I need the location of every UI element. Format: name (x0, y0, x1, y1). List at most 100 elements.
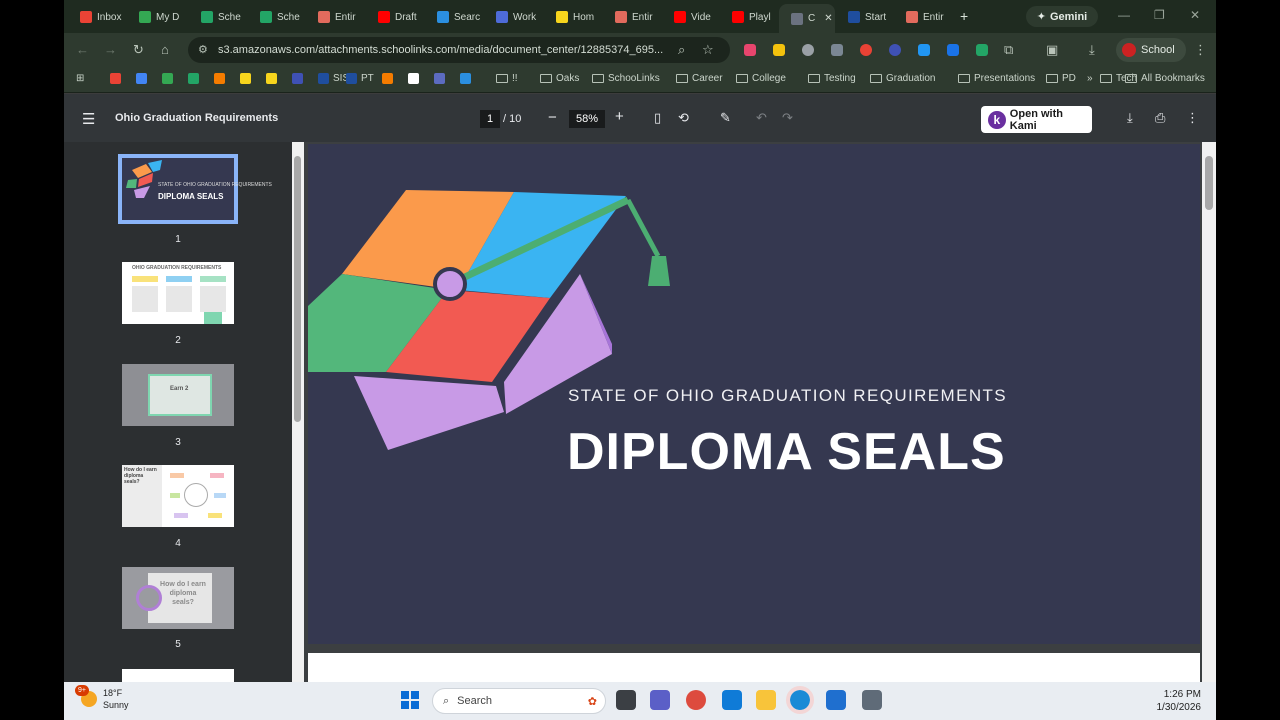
bookmark-item[interactable] (110, 73, 121, 84)
m365-icon[interactable] (722, 690, 742, 710)
browser-tab[interactable]: C ✕ (779, 4, 835, 33)
bookmark-item[interactable] (434, 73, 445, 84)
page-thumbnail-3[interactable]: Earn 2 (122, 364, 234, 426)
profile-button[interactable]: School (1116, 38, 1186, 62)
more-bookmarks-button[interactable]: » (1087, 73, 1093, 84)
extension-icon[interactable] (773, 44, 785, 56)
bookmark-item[interactable] (382, 73, 393, 84)
bookmark-folder[interactable]: Career (676, 73, 723, 84)
browser-tab[interactable]: My D (127, 6, 185, 28)
address-bar[interactable]: ⚙ s3.amazonaws.com/attachments.schoolink… (188, 37, 730, 63)
bookmark-item[interactable] (266, 73, 277, 84)
all-bookmarks-folder[interactable]: All Bookmarks (1125, 73, 1205, 84)
file-explorer-icon[interactable] (756, 690, 776, 710)
site-info-icon[interactable]: ⚙ (198, 42, 208, 58)
bookmark-folder[interactable]: Testing (808, 73, 856, 84)
page-thumbnail-1[interactable]: STATE OF OHIO GRADUATION REQUIREMENTS DI… (118, 154, 272, 224)
browser-tab[interactable]: Searc (425, 6, 483, 28)
zoom-lens-icon[interactable]: ⌕ (678, 42, 685, 58)
close-window-icon[interactable]: ✕ (1190, 8, 1200, 22)
bookmark-folder[interactable]: !! (496, 73, 518, 84)
bookmark-folder[interactable]: PD (1046, 73, 1076, 84)
kebab-menu-icon[interactable]: ⋮ (1194, 42, 1207, 58)
page-thumbnail-4[interactable]: How do I earn diploma seals? (122, 465, 234, 527)
bookmark-folder[interactable]: Graduation (870, 73, 935, 84)
home-icon[interactable]: ⌂ (161, 42, 169, 58)
zoom-out-icon[interactable]: − (548, 109, 557, 126)
browser-tab[interactable]: Entir (894, 6, 952, 28)
browser-tab[interactable]: Inbox (68, 6, 126, 28)
bookmark-star-icon[interactable]: ☆ (702, 42, 714, 58)
bookmark-item[interactable] (136, 73, 147, 84)
zoom-level-input[interactable] (569, 110, 605, 128)
bookmark-item[interactable] (214, 73, 225, 84)
bookmark-item[interactable]: SIS (318, 73, 349, 84)
sidebar-scrollbar[interactable] (292, 142, 304, 682)
windows-start-icon[interactable] (401, 691, 419, 709)
close-tab-icon[interactable]: ✕ (824, 13, 832, 24)
bookmark-item[interactable]: ⊞ (76, 73, 84, 84)
redo-icon[interactable]: ↷ (782, 110, 793, 126)
bookmark-item[interactable] (240, 73, 251, 84)
extension-icon[interactable] (831, 44, 843, 56)
weather-widget[interactable]: 9+ 18°F Sunny (75, 685, 129, 711)
bookmark-item[interactable] (460, 73, 471, 84)
restore-icon[interactable]: ❐ (1154, 8, 1165, 22)
extension-icon[interactable] (744, 44, 756, 56)
puzzle-icon[interactable]: ⧉ (1004, 42, 1013, 58)
browser-tab[interactable]: Hom (544, 6, 602, 28)
bookmark-item[interactable] (188, 73, 199, 84)
browser-tab[interactable]: Work (484, 6, 542, 28)
extension-icon[interactable] (918, 44, 930, 56)
url-text[interactable]: s3.amazonaws.com/attachments.schoolinks.… (218, 44, 663, 56)
page-thumbnail-6[interactable] (122, 669, 234, 682)
download-icon[interactable]: ⤓ (1127, 110, 1133, 126)
bookmark-folder[interactable]: Presentations (958, 73, 1035, 84)
task-view-icon[interactable] (616, 690, 636, 710)
zoom-in-icon[interactable]: + (615, 108, 624, 125)
calculator-icon[interactable] (862, 690, 882, 710)
gemini-button[interactable]: ✦ Gemini (1026, 6, 1098, 27)
annotate-icon[interactable]: ✎ (720, 110, 731, 126)
browser-tab[interactable]: Draft (366, 6, 424, 28)
browser-tab[interactable]: Entir (603, 6, 661, 28)
extension-icon[interactable] (976, 44, 988, 56)
extension-icon[interactable] (860, 44, 872, 56)
bookmark-folder[interactable]: Oaks (540, 73, 579, 84)
viewer-scrollbar[interactable] (1202, 142, 1216, 682)
browser-tab[interactable]: Sche (189, 6, 247, 28)
back-icon[interactable]: ← (76, 42, 89, 58)
hamburger-menu-icon[interactable]: ☰ (82, 110, 95, 128)
rotate-icon[interactable]: ⟲ (678, 110, 689, 126)
bookmark-folder[interactable]: College (736, 73, 786, 84)
tab-search-icon[interactable]: ▣ (1046, 42, 1058, 58)
reload-icon[interactable]: ↻ (133, 42, 144, 58)
bookmark-item[interactable] (408, 73, 419, 84)
system-clock[interactable]: 1:26 PM 1/30/2026 (1146, 688, 1202, 714)
bookmark-item[interactable] (292, 73, 303, 84)
bookmark-folder[interactable]: SchooLinks (592, 73, 660, 84)
page-thumbnail-2[interactable]: OHIO GRADUATION REQUIREMENTS (122, 262, 234, 324)
print-icon[interactable]: ⎙ (1155, 110, 1165, 126)
more-actions-icon[interactable]: ⋮ (1186, 110, 1199, 126)
new-tab-button[interactable]: + (960, 8, 968, 24)
browser-tab[interactable]: Entir (306, 6, 364, 28)
fit-page-icon[interactable]: ▯ (654, 110, 661, 126)
bookmark-item[interactable]: PT (346, 73, 374, 84)
page-thumbnail-5[interactable]: How do I earn diploma seals? (122, 567, 234, 629)
store-icon[interactable] (826, 690, 846, 710)
extension-icon[interactable] (947, 44, 959, 56)
download-icon[interactable]: ⤓ (1089, 42, 1095, 58)
undo-icon[interactable]: ↶ (756, 110, 767, 126)
extension-icon[interactable] (802, 44, 814, 56)
browser-tab[interactable]: Playl (720, 6, 778, 28)
edge-icon[interactable] (786, 686, 814, 714)
browser-tab[interactable]: Vide (662, 6, 720, 28)
chrome-icon[interactable] (686, 690, 706, 710)
teams-icon[interactable] (650, 690, 670, 710)
taskbar-search[interactable]: ⌕ Search ✿ (432, 688, 606, 714)
page-number-input[interactable] (480, 110, 500, 128)
browser-tab[interactable]: Sche (248, 6, 306, 28)
bookmark-item[interactable] (162, 73, 173, 84)
minimize-icon[interactable]: — (1118, 8, 1130, 22)
